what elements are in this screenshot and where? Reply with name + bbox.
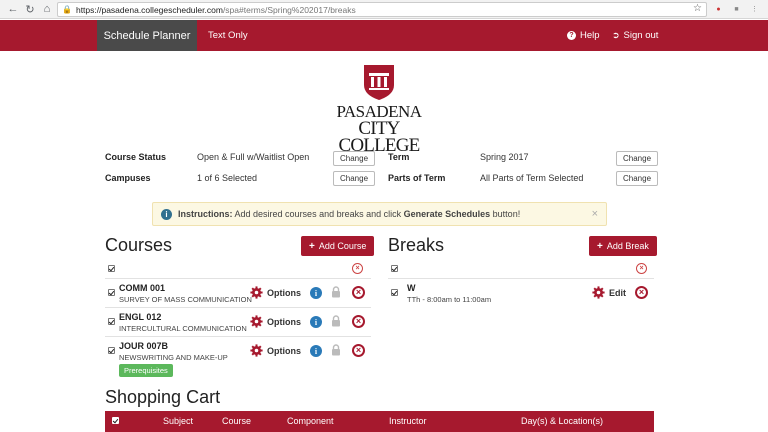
breaks-heading: Breaks	[388, 235, 445, 255]
menu-icon[interactable]: ⋮	[748, 3, 761, 15]
options-button[interactable]: Options	[267, 288, 301, 298]
options-button[interactable]: Options	[267, 317, 301, 327]
column-header-days-locations[interactable]: Day(s) & Location(s)	[521, 416, 603, 426]
change-parts-of-term-button[interactable]: Change	[616, 171, 659, 186]
gear-icon[interactable]	[250, 315, 263, 328]
select-all-breaks-checkbox[interactable]	[391, 265, 398, 272]
select-all-courses-checkbox[interactable]	[108, 265, 115, 272]
gear-icon[interactable]	[250, 286, 263, 299]
prerequisites-badge[interactable]: Prerequisites	[119, 364, 173, 377]
logo-line-2: CITY COLLEGE	[338, 118, 421, 156]
sign-out-link[interactable]: ➲ Sign out	[612, 20, 658, 51]
course-title: SURVEY OF MASS COMMUNICATION	[119, 295, 252, 304]
reload-icon[interactable]: ↻	[21, 0, 39, 18]
course-checkbox[interactable]	[108, 289, 115, 296]
options-button[interactable]: Options	[267, 346, 301, 356]
term-value: Spring 2017	[480, 152, 529, 162]
add-course-label: Add Course	[318, 241, 367, 251]
course-code: COMM 001	[119, 283, 166, 293]
add-break-button[interactable]: + Add Break	[589, 236, 657, 256]
cart-table-header: Subject Course Component Instructor Day(…	[105, 411, 654, 432]
instructions-prefix: Instructions:	[178, 209, 233, 219]
parts-of-term-label: Parts of Term	[388, 173, 446, 183]
address-bar[interactable]: 🔒 https://pasadena.collegescheduler.com …	[57, 2, 707, 17]
extension-icon[interactable]: ■	[730, 3, 743, 15]
course-code: ENGL 012	[119, 312, 162, 322]
course-title: INTERCULTURAL COMMUNICATION	[119, 324, 247, 333]
divider	[105, 307, 371, 308]
change-course-status-button[interactable]: Change	[333, 151, 376, 166]
app-navbar: Schedule Planner Text Only ? Help ➲ Sign…	[0, 20, 768, 51]
course-title: NEWSWRITING AND MAKE-UP	[119, 353, 228, 362]
add-course-button[interactable]: + Add Course	[301, 236, 375, 256]
close-icon[interactable]: ×	[592, 208, 598, 220]
back-icon[interactable]: ←	[4, 0, 22, 18]
home-icon[interactable]: ⌂	[38, 0, 56, 18]
course-info-icon[interactable]: i	[310, 287, 322, 299]
remove-all-courses-icon[interactable]: ×	[352, 263, 363, 274]
course-status-label: Course Status	[105, 152, 167, 162]
lock-icon[interactable]	[331, 286, 341, 298]
info-icon: i	[161, 208, 172, 220]
bookmark-star-icon[interactable]: ☆	[693, 3, 702, 14]
parts-of-term-value: All Parts of Term Selected	[480, 173, 584, 183]
help-label: Help	[580, 30, 600, 41]
gear-icon[interactable]	[592, 286, 605, 299]
help-link[interactable]: ? Help	[567, 20, 600, 51]
course-info-icon[interactable]: i	[310, 345, 322, 357]
column-header-subject[interactable]: Subject	[163, 416, 193, 426]
remove-course-icon[interactable]: ×	[352, 344, 365, 357]
course-code: JOUR 007B	[119, 341, 169, 351]
college-crest-icon	[364, 65, 394, 100]
sign-out-icon: ➲	[612, 30, 620, 40]
campuses-label: Campuses	[105, 173, 151, 183]
change-term-button[interactable]: Change	[616, 151, 659, 166]
extension-icon[interactable]: ●	[712, 3, 725, 15]
course-status-value: Open & Full w/Waitlist Open	[197, 152, 310, 162]
plus-icon: +	[309, 240, 315, 252]
nav-tab-text-only[interactable]: Text Only	[208, 20, 248, 51]
divider	[105, 278, 371, 279]
sign-out-label: Sign out	[623, 30, 659, 41]
term-label: Term	[388, 152, 410, 162]
shopping-cart-heading: Shopping Cart	[105, 387, 221, 407]
lock-icon: 🔒	[62, 5, 72, 14]
course-checkbox[interactable]	[108, 318, 115, 325]
column-header-course[interactable]: Course	[222, 416, 251, 426]
change-campuses-button[interactable]: Change	[333, 171, 376, 186]
help-icon: ?	[567, 31, 576, 40]
lock-icon[interactable]	[331, 315, 341, 327]
plus-icon: +	[597, 240, 603, 252]
course-checkbox[interactable]	[108, 347, 115, 354]
instructions-text-2: button!	[490, 209, 521, 219]
nav-tab-schedule-planner[interactable]: Schedule Planner	[97, 20, 197, 51]
browser-toolbar: ← ↻ ⌂ 🔒 https://pasadena.collegeschedule…	[0, 0, 768, 19]
select-all-cart-checkbox[interactable]	[112, 417, 119, 424]
instructions-alert: i Instructions: Add desired courses and …	[152, 202, 607, 226]
remove-all-breaks-icon[interactable]: ×	[636, 263, 647, 274]
instructions-emphasis: Generate Schedules	[403, 209, 491, 219]
url-path: /spa#terms/Spring%202017/breaks	[222, 4, 356, 15]
column-header-instructor[interactable]: Instructor	[389, 416, 427, 426]
divider	[388, 278, 654, 279]
edit-break-button[interactable]: Edit	[609, 288, 626, 298]
college-logo: PASADENA CITY COLLEGE	[320, 63, 438, 155]
break-time: TTh - 8:00am to 11:00am	[407, 295, 492, 304]
course-info-icon[interactable]: i	[310, 316, 322, 328]
break-checkbox[interactable]	[391, 289, 398, 296]
remove-course-icon[interactable]: ×	[352, 286, 365, 299]
divider	[105, 336, 371, 337]
campuses-value: 1 of 6 Selected	[197, 173, 258, 183]
break-name: W	[407, 283, 416, 293]
column-header-component[interactable]: Component	[287, 416, 334, 426]
url-host: https://pasadena.collegescheduler.com	[75, 4, 223, 15]
remove-break-icon[interactable]: ×	[635, 286, 648, 299]
courses-heading: Courses	[105, 235, 173, 255]
instructions-text-1: Add desired courses and breaks and click	[232, 209, 404, 219]
lock-icon[interactable]	[331, 344, 341, 356]
gear-icon[interactable]	[250, 344, 263, 357]
remove-course-icon[interactable]: ×	[352, 315, 365, 328]
add-break-label: Add Break	[606, 241, 649, 251]
